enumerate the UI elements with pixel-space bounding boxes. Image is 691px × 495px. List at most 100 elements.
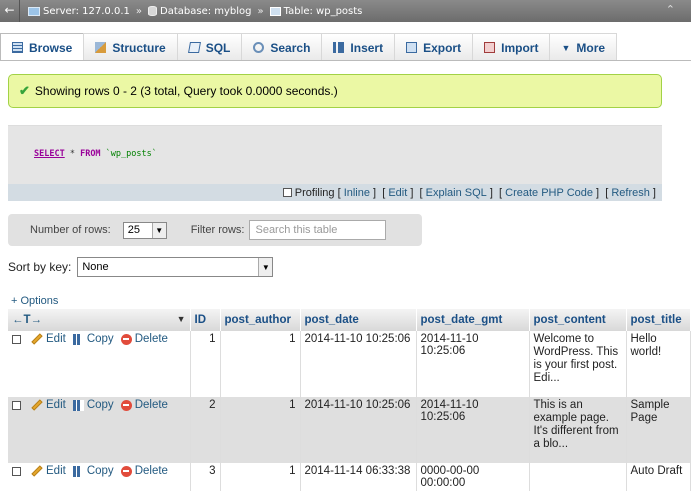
cell-post-date[interactable]: 2014-11-10 10:25:06 [300,331,417,397]
table-header-row: ←T→ ▼ ID post_author post_date post_date… [8,309,691,331]
breadcrumb-bar: ← Server: 127.0.0.1 » Database: myblog »… [0,0,691,22]
edit-label: Edit [46,465,66,477]
tab-search[interactable]: Search [241,33,323,61]
cell-post-date-gmt[interactable]: 2014-11-10 10:25:06 [416,331,530,397]
header-post-date[interactable]: post_date [300,309,417,331]
cell-id[interactable]: 1 [190,331,221,397]
insert-icon [333,42,345,53]
cell-post-date-gmt[interactable]: 2014-11-10 10:25:06 [416,397,530,463]
import-icon [484,42,496,53]
cell-post-author[interactable]: 1 [220,397,301,463]
header-post-date-gmt[interactable]: post_date_gmt [416,309,530,331]
tab-label: Structure [112,40,166,55]
header-post-author[interactable]: post_author [220,309,301,331]
tab-label: Export [423,40,462,55]
copy-label: Copy [86,465,114,477]
inline-link[interactable]: Inline [344,187,370,199]
breadcrumb: Server: 127.0.0.1 » Database: myblog » T… [28,6,362,17]
chevron-down-icon[interactable]: ▼ [177,314,186,324]
tab-label: Import [501,40,539,55]
cell-post-content[interactable]: This is an example page. It's different … [529,397,627,463]
row-checkbox[interactable] [12,466,21,476]
row-actions: Edit Copy Delete [8,331,191,397]
breadcrumb-table[interactable]: Table: wp_posts [284,6,363,17]
row-checkbox[interactable] [12,400,21,410]
tab-divider [0,60,691,61]
sql-icon [187,42,201,53]
chevron-down-icon: ▼ [151,222,166,238]
filter-label: Filter rows: [190,224,245,236]
edit-sql-link[interactable]: Edit [388,187,407,199]
tab-structure[interactable]: Structure [83,33,178,61]
navigation-bar: Number of rows: 25 ▼ Filter rows: Search… [8,214,422,246]
rows-select-value: 25 [127,224,140,236]
breadcrumb-database[interactable]: Database: myblog [160,6,252,17]
tab-browse[interactable]: Browse [0,33,85,61]
tab-export[interactable]: Export [394,33,474,61]
header-post-title[interactable]: post_title [626,309,691,331]
cell-id[interactable]: 2 [190,397,221,463]
sort-key-value: None [82,261,109,273]
back-arrow-icon[interactable]: ← [0,0,20,22]
cell-post-date[interactable]: 2014-11-14 06:33:38 [300,463,417,491]
sql-query: SELECT * FROM `wp_posts` [34,149,157,159]
chevron-down-icon: ▼ [561,42,571,53]
cell-post-title[interactable]: Auto Draft [626,463,691,491]
pencil-icon [31,399,43,411]
copy-button[interactable]: Copy [72,465,114,477]
copy-button[interactable]: Copy [72,399,114,411]
search-icon [253,42,265,53]
cell-post-title[interactable]: Sample Page [626,397,691,463]
checkmark-icon: ✔ [19,83,30,98]
tab-sql[interactable]: SQL [176,33,243,61]
pencil-icon [31,333,43,345]
delete-icon [120,333,132,345]
delete-button[interactable]: Delete [120,333,168,345]
cell-post-content[interactable] [529,463,627,491]
sql-select-keyword[interactable]: SELECT [34,149,65,159]
sql-query-box: SELECT * FROM `wp_posts` Profiling [ Inl… [8,125,662,201]
profiling-checkbox[interactable] [282,188,292,197]
profiling-label: Profiling [294,186,335,199]
edit-button[interactable]: Edit [31,333,66,345]
edit-button[interactable]: Edit [31,399,66,411]
column-arrows-icon: ←T→ [12,314,43,326]
copy-button[interactable]: Copy [72,333,114,345]
sort-by-key: Sort by key: None ▼ [8,257,274,277]
options-link[interactable]: + Options [11,295,58,307]
header-post-content[interactable]: post_content [529,309,627,331]
tab-more[interactable]: ▼ More [549,33,618,61]
rows-select[interactable]: 25 ▼ [122,221,167,239]
row-checkbox[interactable] [12,334,21,344]
cell-post-author[interactable]: 1 [220,331,301,397]
refresh-link[interactable]: Refresh [611,187,650,199]
cell-post-title[interactable]: Hello world! [626,331,691,397]
sort-key-select[interactable]: None ▼ [77,257,274,277]
cell-id[interactable]: 3 [190,463,221,491]
edit-button[interactable]: Edit [31,465,66,477]
tab-import[interactable]: Import [472,33,551,61]
delete-label: Delete [134,333,168,345]
sql-table-name: `wp_posts` [100,149,157,159]
delete-button[interactable]: Delete [120,465,168,477]
success-message: ✔ Showing rows 0 - 2 (3 total, Query too… [8,74,662,108]
header-id[interactable]: ID [190,309,221,331]
delete-icon [120,465,132,477]
breadcrumb-server[interactable]: Server: 127.0.0.1 [43,6,130,17]
post-title-text: Sample Page [630,399,670,424]
cell-post-date-gmt[interactable]: 0000-00-00 00:00:00 [416,463,530,491]
table-icon [269,6,281,16]
success-message-text: Showing rows 0 - 2 (3 total, Query took … [34,84,338,98]
header-arrows[interactable]: ←T→ ▼ [8,309,191,331]
filter-input[interactable]: Search this table [249,220,387,240]
cell-post-content[interactable]: Welcome to WordPress. This is your first… [529,331,627,397]
delete-button[interactable]: Delete [120,399,168,411]
create-php-code-link[interactable]: Create PHP Code [505,187,593,199]
tab-insert[interactable]: Insert [321,33,396,61]
cell-post-author[interactable]: 1 [220,463,301,491]
explain-sql-link[interactable]: Explain SQL [426,187,487,199]
row-actions: Edit Copy Delete [8,463,191,491]
collapse-icon[interactable]: ⌃ [666,3,675,16]
breadcrumb-separator: » [135,5,142,17]
cell-post-date[interactable]: 2014-11-10 10:25:06 [300,397,417,463]
